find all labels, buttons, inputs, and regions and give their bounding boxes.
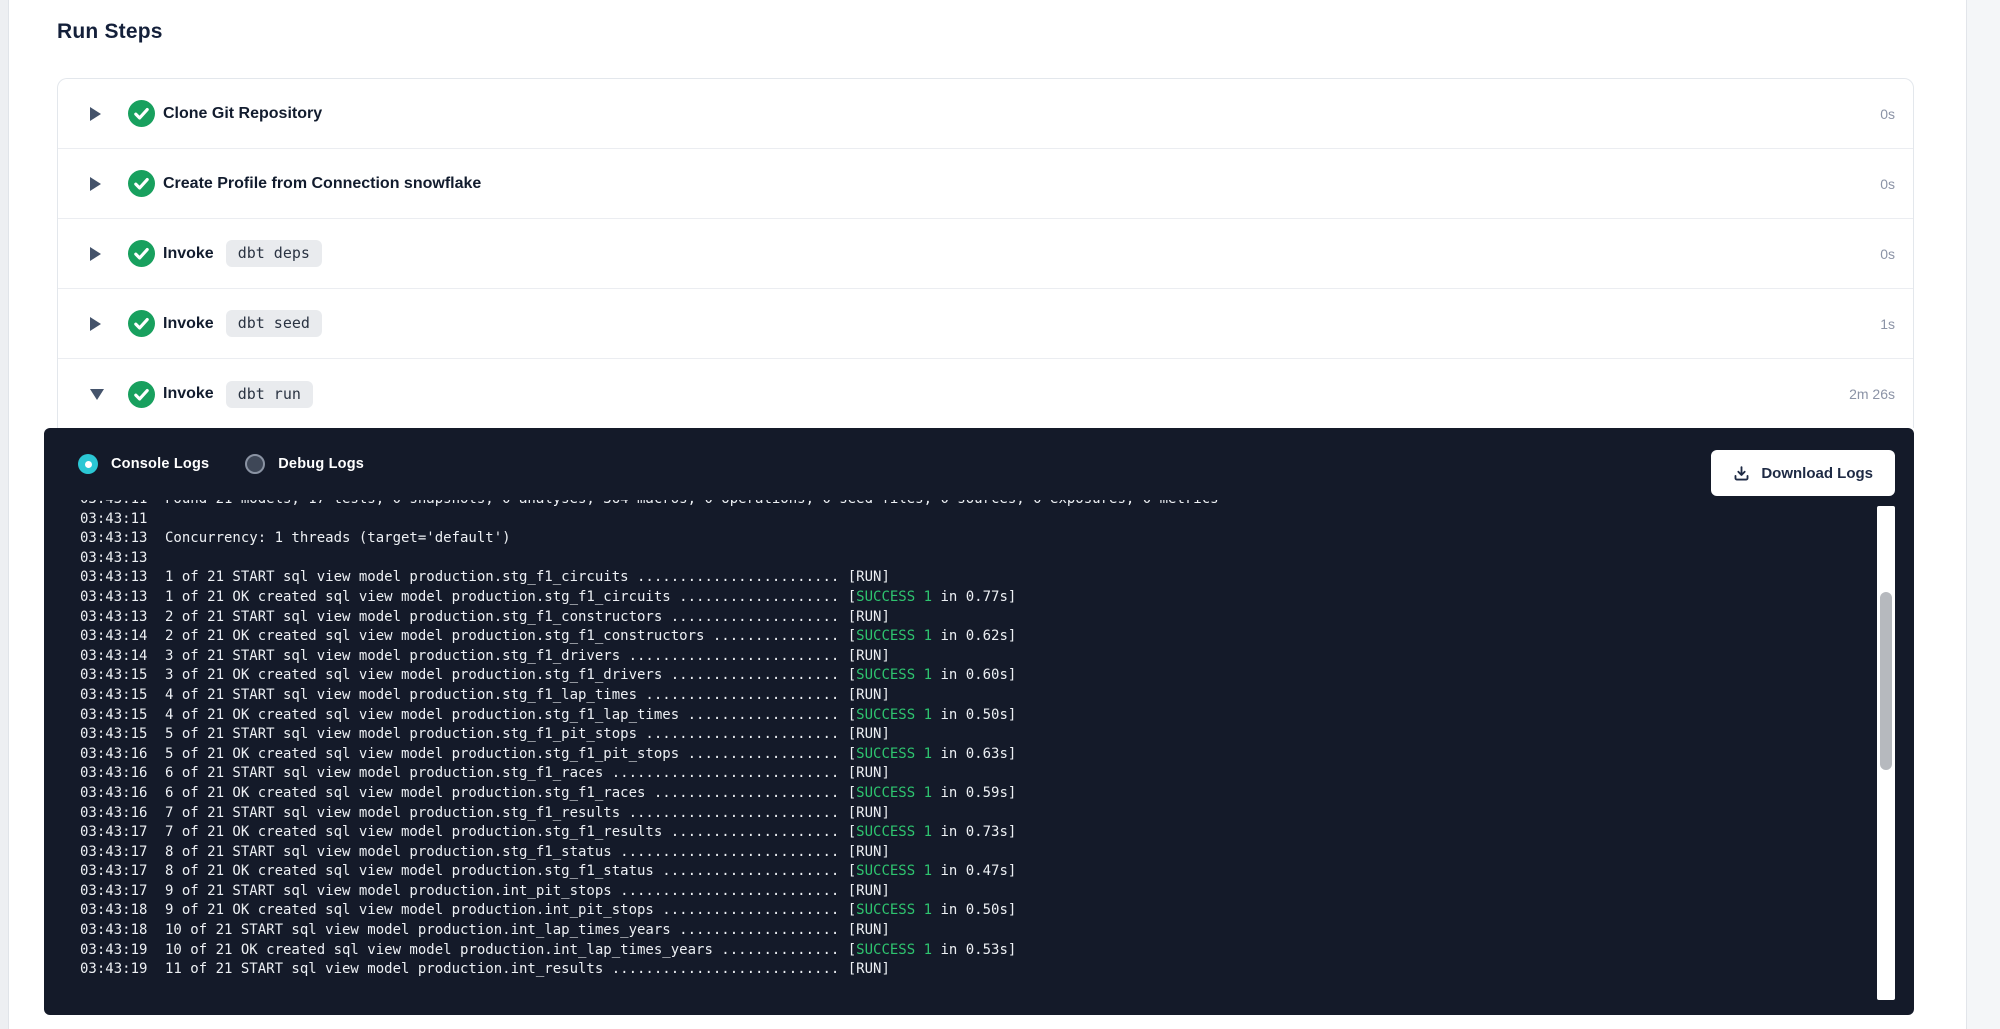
step-duration: 0s [1880, 246, 1895, 262]
radio-label: Debug Logs [278, 456, 364, 472]
step-command-badge: dbt seed [226, 310, 322, 337]
log-timestamp: 03:43:15 [80, 686, 148, 706]
log-timestamp: 03:43:13 [80, 568, 148, 588]
log-line: 03:43:155 of 21 START sql view model pro… [44, 725, 1874, 745]
log-line: 03:43:13Concurrency: 1 threads (target='… [44, 529, 1874, 549]
log-line: 03:43:154 of 21 START sql view model pro… [44, 686, 1874, 706]
radio-icon [245, 454, 265, 474]
log-line: 03:43:166 of 21 START sql view model pro… [44, 764, 1874, 784]
step-command-badge: dbt run [226, 381, 313, 408]
log-line: 03:43:178 of 21 OK created sql view mode… [44, 862, 1874, 882]
step-row[interactable]: Invoke dbt run 2m 26s [58, 359, 1913, 429]
log-header: Console Logs Debug Logs Download Logs [44, 428, 1914, 500]
log-line: 03:43:1911 of 21 START sql view model pr… [44, 960, 1874, 980]
caret-right-icon[interactable] [90, 173, 104, 195]
log-timestamp: 03:43:13 [80, 529, 148, 549]
step-command-badge: dbt deps [226, 240, 322, 267]
log-line: 03:43:1910 of 21 OK created sql view mod… [44, 941, 1874, 961]
step-duration: 2m 26s [1849, 386, 1895, 402]
log-scrollbar-track[interactable] [1877, 506, 1895, 1000]
download-icon [1733, 465, 1750, 482]
caret-down-icon[interactable] [90, 383, 104, 405]
caret-right-icon[interactable] [90, 313, 104, 335]
caret-right-icon[interactable] [90, 103, 104, 125]
log-timestamp: 03:43:17 [80, 862, 148, 882]
step-label: Invoke [163, 315, 214, 333]
log-tab-console-logs[interactable]: Console Logs [78, 454, 209, 474]
log-timestamp: 03:43:16 [80, 764, 148, 784]
log-tab-debug-logs[interactable]: Debug Logs [245, 454, 364, 474]
page-title: Run Steps [57, 20, 163, 44]
log-timestamp: 03:43:14 [80, 627, 148, 647]
log-timestamp: 03:43:19 [80, 941, 148, 961]
log-scrollbar-thumb[interactable] [1880, 592, 1892, 770]
log-line: 03:43:189 of 21 OK created sql view mode… [44, 901, 1874, 921]
left-gutter [0, 0, 9, 1029]
log-timestamp: 03:43:17 [80, 882, 148, 902]
log-timestamp: 03:43:13 [80, 588, 148, 608]
step-row[interactable]: Invoke dbt seed 1s [58, 289, 1913, 359]
log-line: 03:43:154 of 21 OK created sql view mode… [44, 706, 1874, 726]
run-steps-list: Clone Git Repository 0s Create Profile f… [57, 78, 1914, 428]
log-timestamp: 03:43:18 [80, 901, 148, 921]
step-label: Clone Git Repository [163, 105, 322, 123]
log-line: 03:43:131 of 21 OK created sql view mode… [44, 588, 1874, 608]
step-row[interactable]: Create Profile from Connection snowflake… [58, 149, 1913, 219]
log-timestamp: 03:43:14 [80, 647, 148, 667]
log-timestamp: 03:43:15 [80, 725, 148, 745]
log-lines: 03:43:11Found 21 models, 17 tests, 0 sna… [44, 500, 1874, 980]
log-panel: Console Logs Debug Logs Download Logs 03… [44, 428, 1914, 1015]
log-line: 03:43:132 of 21 START sql view model pro… [44, 608, 1874, 628]
download-logs-label: Download Logs [1761, 465, 1873, 482]
success-check-icon [128, 100, 155, 127]
log-line: 03:43:179 of 21 START sql view model pro… [44, 882, 1874, 902]
success-check-icon [128, 381, 155, 408]
log-line: 03:43:142 of 21 OK created sql view mode… [44, 627, 1874, 647]
log-line: 03:43:13 [44, 549, 1874, 569]
log-line: 03:43:11 [44, 510, 1874, 530]
log-line: 03:43:153 of 21 OK created sql view mode… [44, 666, 1874, 686]
radio-icon [78, 454, 98, 474]
log-timestamp: 03:43:17 [80, 823, 148, 843]
log-timestamp: 03:43:13 [80, 549, 148, 569]
log-line: 03:43:166 of 21 OK created sql view mode… [44, 784, 1874, 804]
step-duration: 1s [1880, 316, 1895, 332]
log-line: 03:43:177 of 21 OK created sql view mode… [44, 823, 1874, 843]
log-timestamp: 03:43:15 [80, 666, 148, 686]
log-timestamp: 03:43:17 [80, 843, 148, 863]
log-line: 03:43:131 of 21 START sql view model pro… [44, 568, 1874, 588]
log-timestamp: 03:43:13 [80, 608, 148, 628]
step-duration: 0s [1880, 106, 1895, 122]
step-label: Invoke [163, 385, 214, 403]
log-timestamp: 03:43:11 [80, 500, 148, 510]
log-timestamp: 03:43:16 [80, 784, 148, 804]
step-label: Create Profile from Connection snowflake [163, 175, 481, 193]
log-line: 03:43:165 of 21 OK created sql view mode… [44, 745, 1874, 765]
log-timestamp: 03:43:19 [80, 960, 148, 980]
log-line: 03:43:143 of 21 START sql view model pro… [44, 647, 1874, 667]
log-timestamp: 03:43:16 [80, 804, 148, 824]
step-label: Invoke [163, 245, 214, 263]
step-row[interactable]: Clone Git Repository 0s [58, 79, 1913, 149]
console-log-output[interactable]: 03:43:11Found 21 models, 17 tests, 0 sna… [44, 500, 1874, 987]
log-tabs: Console Logs Debug Logs [78, 454, 400, 474]
log-timestamp: 03:43:18 [80, 921, 148, 941]
log-timestamp: 03:43:16 [80, 745, 148, 765]
log-line: 03:43:1810 of 21 START sql view model pr… [44, 921, 1874, 941]
caret-right-icon[interactable] [90, 243, 104, 265]
log-line: 03:43:178 of 21 START sql view model pro… [44, 843, 1874, 863]
step-duration: 0s [1880, 176, 1895, 192]
success-check-icon [128, 170, 155, 197]
log-timestamp: 03:43:11 [80, 510, 148, 530]
step-row[interactable]: Invoke dbt deps 0s [58, 219, 1913, 289]
right-gutter [1966, 0, 2000, 1029]
success-check-icon [128, 240, 155, 267]
success-check-icon [128, 310, 155, 337]
log-line: 03:43:11Found 21 models, 17 tests, 0 sna… [44, 500, 1874, 510]
radio-label: Console Logs [111, 456, 209, 472]
log-timestamp: 03:43:15 [80, 706, 148, 726]
log-line: 03:43:167 of 21 START sql view model pro… [44, 804, 1874, 824]
download-logs-button[interactable]: Download Logs [1711, 450, 1895, 496]
